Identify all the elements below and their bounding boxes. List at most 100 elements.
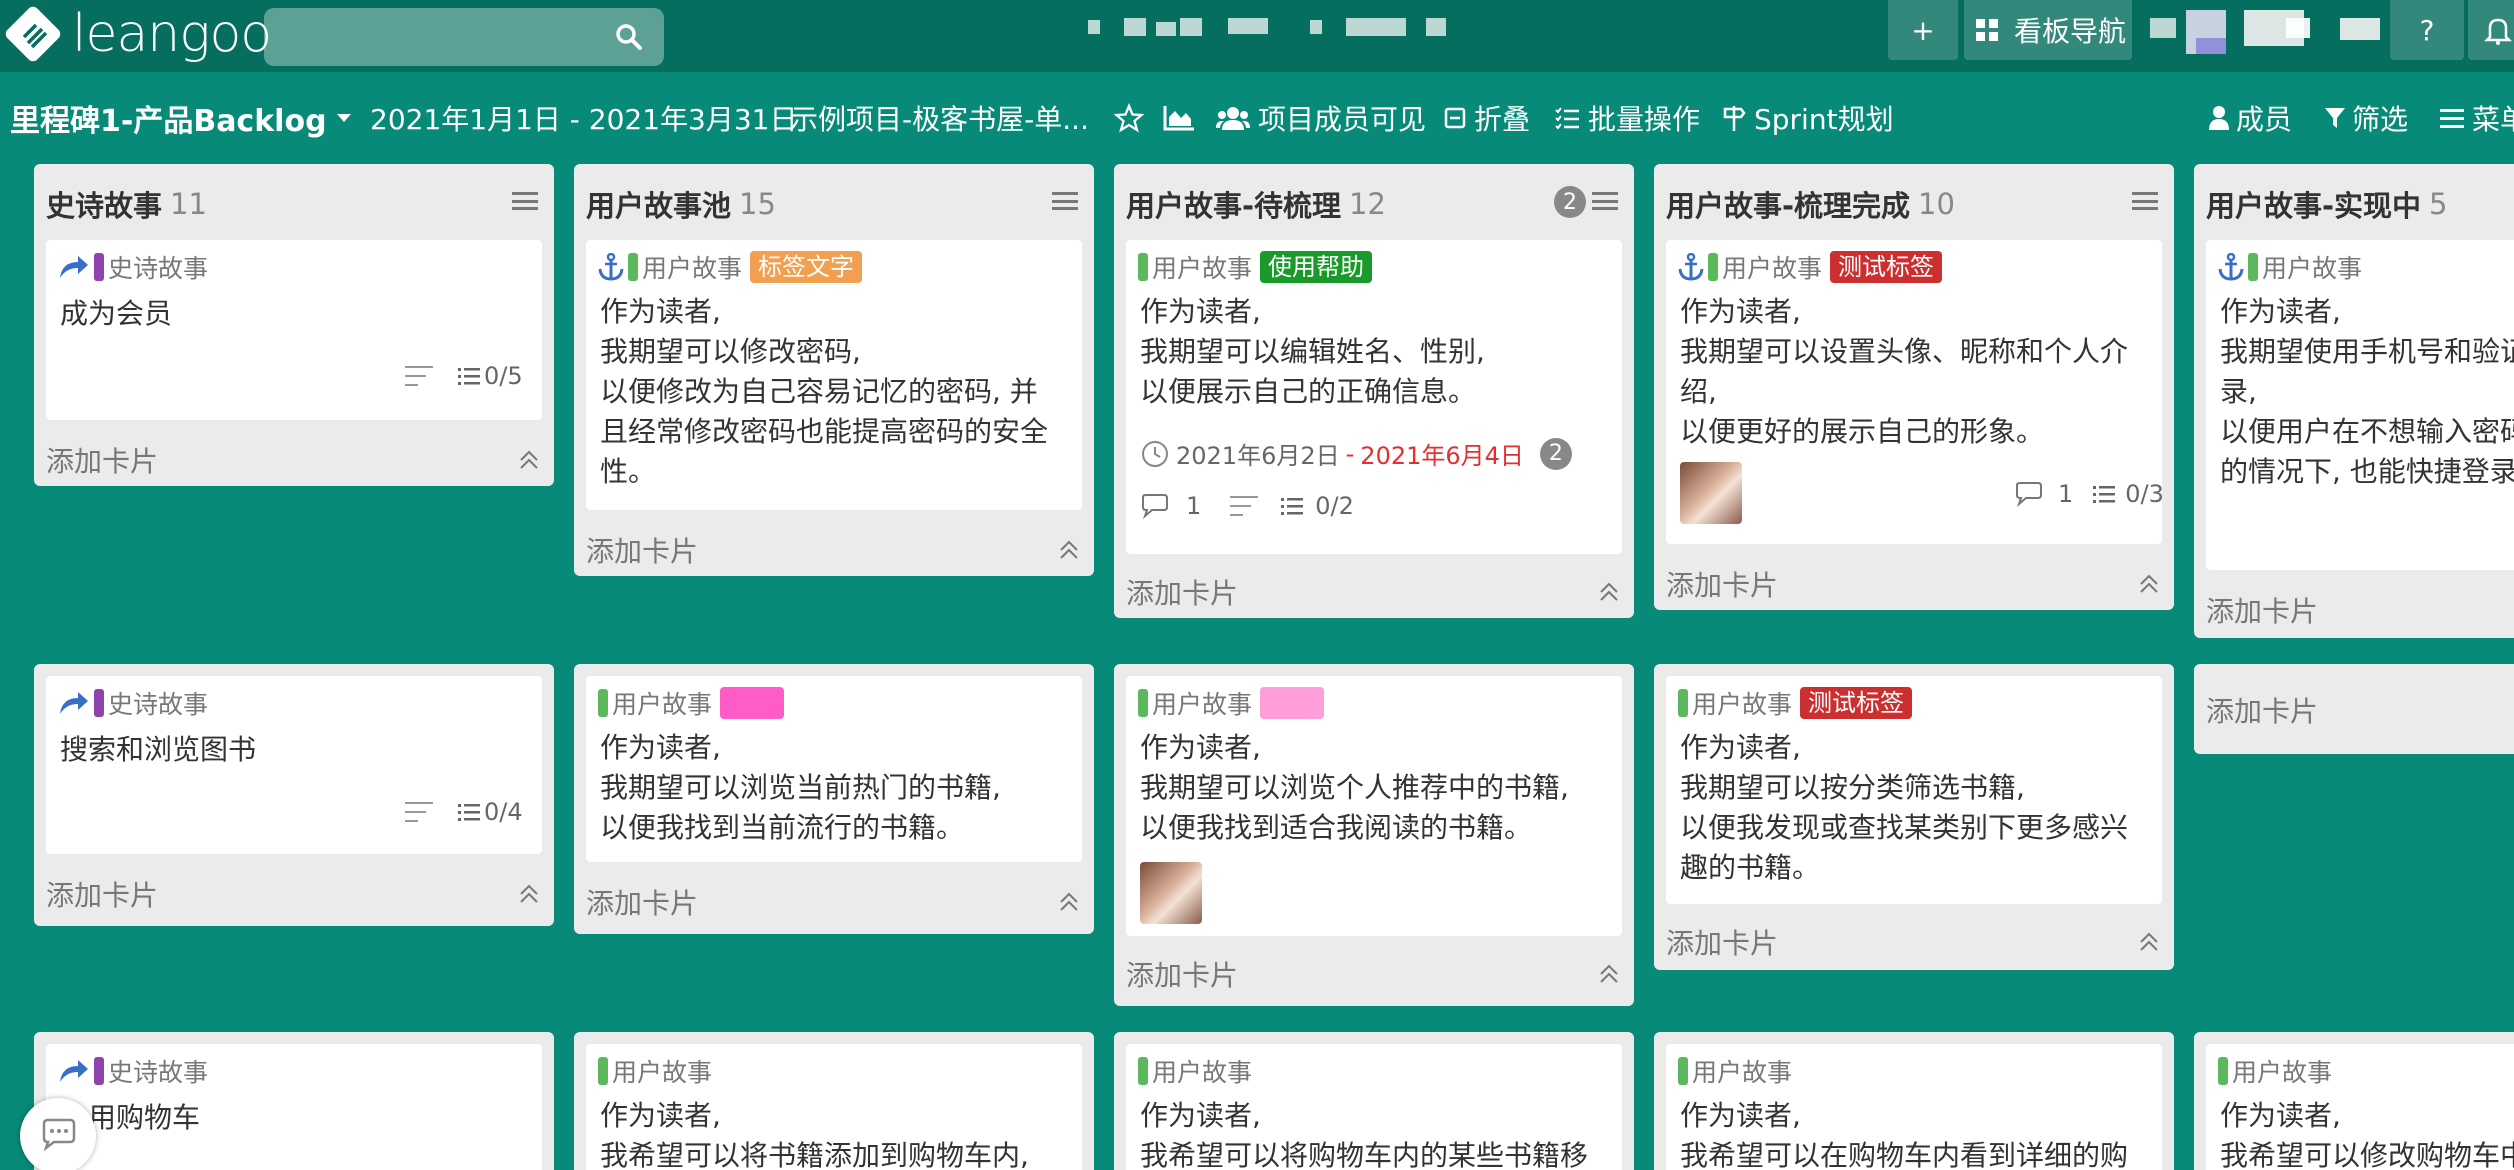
collapse-up-icon[interactable] bbox=[2138, 930, 2160, 952]
add-card-button[interactable]: 添加卡片 bbox=[586, 530, 698, 570]
list-name: 用户故事-实现中 bbox=[2206, 189, 2422, 223]
card-browse-recommended[interactable]: 用户故事 作为读者, 我期望可以浏览个人推荐中的书籍, 以便我找到适合我阅读的书… bbox=[1126, 676, 1622, 936]
add-button[interactable]: + bbox=[1888, 0, 1958, 60]
card-cart-details[interactable]: 用户故事 作为读者, 我希望可以在购物车内看到详细的购 bbox=[1666, 1044, 2162, 1170]
card-line: 以便展示自己的正确信息。 bbox=[1140, 375, 1477, 408]
card-edit-cart[interactable]: 用户故事 作为读者, 我希望可以修改购物车中 bbox=[2206, 1044, 2514, 1170]
users-icon bbox=[1216, 107, 1250, 130]
card-title: 成为会员 bbox=[60, 294, 172, 334]
collapse-up-icon[interactable] bbox=[2138, 572, 2160, 594]
card-filter-category[interactable]: 用户故事 测试标签 作为读者, 我期望可以按分类筛选书籍, 以便我发现或查找某类… bbox=[1666, 676, 2162, 904]
date-start: 2021年6月2日 bbox=[1176, 442, 1340, 470]
collapse-up-icon[interactable] bbox=[1598, 962, 1620, 984]
member-avatar[interactable] bbox=[1140, 862, 1202, 924]
search-input[interactable] bbox=[264, 8, 664, 66]
add-card-button[interactable]: 添加卡片 bbox=[46, 874, 158, 914]
checklist-count: 0/4 bbox=[458, 798, 523, 826]
area-chart-icon bbox=[1163, 106, 1194, 131]
chart-button[interactable] bbox=[1162, 72, 1196, 164]
list-count: 12 bbox=[1349, 187, 1386, 221]
collapse-up-icon[interactable] bbox=[1058, 538, 1080, 560]
date-range-label: 2021年1月1日 - 2021年3月31日 bbox=[370, 103, 798, 136]
anchor-icon bbox=[1678, 253, 1704, 281]
board-nav-button[interactable]: 看板导航 bbox=[1964, 0, 2132, 60]
card-line: 作为读者, bbox=[1140, 1099, 1261, 1132]
list-story-todo-row3: 用户故事 作为读者, 我希望可以将购物车内的某些书籍移 bbox=[1114, 1032, 1634, 1170]
list-header[interactable]: 用户故事-待梳理 12 bbox=[1126, 184, 1386, 224]
list-menu-icon[interactable] bbox=[1052, 190, 1078, 212]
card-body: 作为读者, 我期望可以浏览当前热门的书籍, 以便我找到当前流行的书籍。 bbox=[600, 728, 1001, 848]
filter-label: 筛选 bbox=[2352, 103, 2409, 136]
date-range[interactable]: 2021年1月1日 - 2021年3月31日 bbox=[370, 72, 798, 164]
card-search-books[interactable]: 史诗故事 搜索和浏览图书 0/4 bbox=[46, 676, 542, 854]
list-story-todo-row2: 用户故事 作为读者, 我期望可以浏览个人推荐中的书籍, 以便我找到适合我阅读的书… bbox=[1114, 664, 1634, 1006]
visibility-button[interactable]: 项目成员可见 bbox=[1216, 72, 1426, 164]
card-shopping-cart[interactable]: 史诗故事 用购物车 bbox=[46, 1044, 542, 1170]
story-color-bar bbox=[628, 253, 638, 281]
list-story-doing-row2: 添加卡片 bbox=[2194, 664, 2514, 754]
member-avatar[interactable] bbox=[1680, 462, 1742, 524]
list-menu-icon[interactable] bbox=[1592, 190, 1618, 212]
list-header[interactable]: 史诗故事 11 bbox=[46, 184, 207, 224]
members-button[interactable]: 成员 bbox=[2208, 72, 2292, 164]
card-line: 作为读者, bbox=[1680, 1099, 1801, 1132]
add-card-button[interactable]: 添加卡片 bbox=[46, 440, 158, 480]
card-set-avatar[interactable]: 用户故事 测试标签 作为读者, 我期望可以设置头像、昵称和个人介 绍, 以便更好… bbox=[1666, 240, 2164, 544]
board-toolbar: 里程碑1-产品Backlog 2021年1月1日 - 2021年3月31日 示例… bbox=[0, 72, 2514, 164]
card-type: 用户故事 bbox=[1678, 1054, 1792, 1088]
share-icon bbox=[60, 256, 88, 278]
tag-label: 标签文字 bbox=[750, 251, 863, 283]
add-card-button[interactable]: 添加卡片 bbox=[1666, 922, 1778, 962]
add-card-button[interactable]: 添加卡片 bbox=[1126, 572, 1238, 612]
board-title-dropdown[interactable]: 里程碑1-产品Backlog bbox=[10, 72, 353, 164]
card-title-text: 成为会员 bbox=[60, 297, 173, 330]
story-color-bar bbox=[1138, 689, 1148, 717]
card-change-password[interactable]: 用户故事 标签文字 作为读者, 我期望可以修改密码, 以便修改为自己容易记忆的密… bbox=[586, 240, 1082, 510]
list-header[interactable]: 用户故事池 15 bbox=[586, 184, 776, 224]
add-card-button[interactable]: 添加卡片 bbox=[1666, 564, 1778, 604]
add-card-button[interactable]: 添加卡片 bbox=[1126, 954, 1238, 994]
list-header[interactable]: 用户故事-梳理完成 10 bbox=[1666, 184, 1955, 224]
card-line: 我期望可以按分类筛选书籍, bbox=[1680, 771, 2025, 804]
collapse-up-icon[interactable] bbox=[518, 882, 540, 904]
project-link[interactable]: 示例项目-极客书屋-单... bbox=[790, 72, 1089, 164]
chat-support-button[interactable] bbox=[20, 1098, 96, 1170]
date-end: 2021年6月4日 bbox=[1360, 442, 1524, 470]
notifications-button[interactable] bbox=[2468, 0, 2514, 60]
search-icon[interactable] bbox=[614, 22, 644, 52]
add-card-button[interactable]: 添加卡片 bbox=[2206, 590, 2318, 630]
collapse-up-icon[interactable] bbox=[1058, 890, 1080, 912]
star-icon bbox=[1114, 103, 1144, 133]
collapse-up-icon[interactable] bbox=[518, 448, 540, 470]
checklist-icon bbox=[1555, 107, 1579, 130]
filter-button[interactable]: 筛选 bbox=[2324, 72, 2408, 164]
add-card-button[interactable]: 添加卡片 bbox=[2206, 690, 2318, 730]
menu-button[interactable]: 菜单 bbox=[2440, 72, 2514, 164]
collapse-up-icon[interactable] bbox=[1598, 580, 1620, 602]
star-button[interactable] bbox=[1114, 72, 1144, 164]
comment-count: 1 bbox=[1186, 492, 1202, 520]
fold-button[interactable]: 折叠 bbox=[1444, 72, 1530, 164]
card-edit-profile[interactable]: 用户故事 使用帮助 作为读者, 我期望可以编辑姓名、性别, 以便展示自己的正确信… bbox=[1126, 240, 1622, 554]
list-story-pool-row3: 用户故事 作为读者, 我希望可以将书籍添加到购物车内, bbox=[574, 1032, 1094, 1170]
batch-button[interactable]: 批量操作 bbox=[1554, 72, 1700, 164]
card-type-label: 史诗故事 bbox=[108, 690, 209, 719]
card-add-to-cart[interactable]: 用户故事 作为读者, 我希望可以将书籍添加到购物车内, bbox=[586, 1044, 1082, 1170]
share-icon bbox=[60, 692, 88, 714]
list-header[interactable]: 用户故事-实现中 5 bbox=[2206, 184, 2448, 224]
add-card-button[interactable]: 添加卡片 bbox=[586, 882, 698, 922]
card-remove-from-cart[interactable]: 用户故事 作为读者, 我希望可以将购物车内的某些书籍移 bbox=[1126, 1044, 1622, 1170]
card-browse-hot[interactable]: 用户故事 作为读者, 我期望可以浏览当前热门的书籍, 以便我找到当前流行的书籍。 bbox=[586, 676, 1082, 862]
card-type-label: 用户故事 bbox=[642, 254, 743, 283]
sprint-button[interactable]: Sprint规划 bbox=[1722, 72, 1894, 164]
help-button[interactable]: ? bbox=[2390, 0, 2464, 60]
list-menu-icon[interactable] bbox=[2132, 190, 2158, 212]
tag-label: 测试标签 bbox=[1800, 687, 1913, 719]
logo[interactable]: leangoo bbox=[4, 2, 272, 66]
card-epic-member[interactable]: 史诗故事 成为会员 0/5 bbox=[46, 240, 542, 420]
card-line: 趣的书籍。 bbox=[1680, 851, 1821, 884]
story-color-bar bbox=[2248, 253, 2258, 281]
list-name: 用户故事池 bbox=[586, 189, 732, 223]
list-menu-icon[interactable] bbox=[512, 190, 538, 212]
card-phone-login[interactable]: 用户故事 作为读者, 我期望使用手机号和验证 录, 以便用户在不想输入密码 的情… bbox=[2206, 240, 2514, 570]
